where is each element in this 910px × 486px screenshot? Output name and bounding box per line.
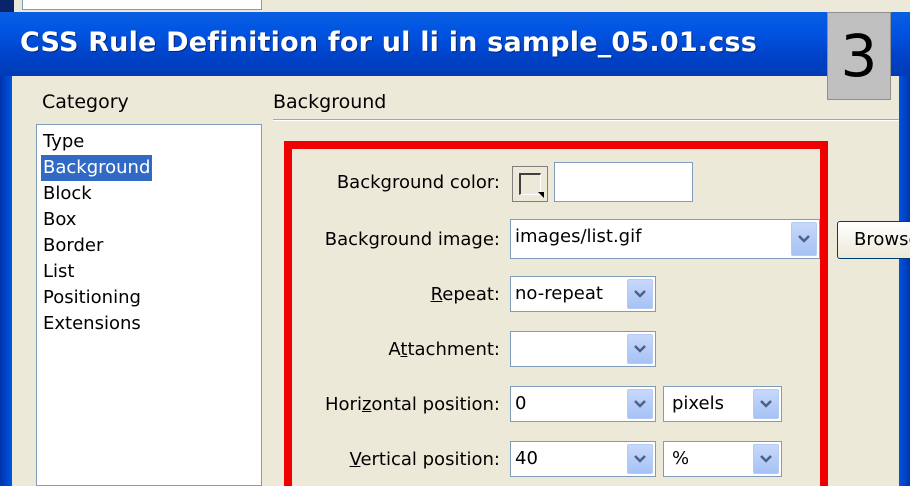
background-color-label: Background color: [336, 172, 500, 193]
category-list[interactable]: Type Background Block Box Border List Po… [36, 124, 262, 486]
vertical-position-unit-select[interactable]: % [663, 441, 782, 477]
category-item-border[interactable]: Border [41, 233, 105, 259]
vertical-position-value: 40 [515, 448, 538, 469]
vertical-position-select[interactable]: 40 [510, 441, 656, 477]
category-item-block[interactable]: Block [41, 181, 94, 207]
chevron-down-icon[interactable] [627, 444, 653, 474]
background-image-select[interactable]: images/list.gif [510, 219, 820, 259]
background-window-edge [0, 0, 14, 12]
chevron-down-icon[interactable] [753, 389, 779, 419]
category-item-positioning[interactable]: Positioning [41, 285, 143, 311]
dialog-title-bar[interactable]: CSS Rule Definition for ul li in sample_… [0, 12, 910, 76]
category-label: Category [42, 91, 129, 113]
background-image-label: Background image: [324, 229, 500, 250]
chevron-down-icon[interactable] [627, 334, 653, 364]
horizontal-position-unit: pixels [672, 393, 724, 414]
vertical-position-unit: % [672, 448, 690, 469]
background-window-strip [0, 0, 910, 12]
dialog-title: CSS Rule Definition for ul li in sample_… [20, 27, 758, 58]
window-border-left [0, 76, 12, 486]
category-item-extensions[interactable]: Extensions [41, 311, 143, 337]
window-border-right [899, 76, 910, 486]
attachment-select[interactable] [510, 331, 656, 367]
category-item-box[interactable]: Box [41, 207, 78, 233]
section-title: Background [273, 91, 387, 113]
chevron-down-icon[interactable] [753, 444, 779, 474]
section-divider [273, 119, 899, 121]
vertical-position-label: Vertical position: [349, 449, 500, 470]
background-image-value: images/list.gif [515, 226, 642, 247]
background-color-input[interactable] [554, 162, 693, 202]
attachment-label: Attachment: [388, 339, 500, 360]
chevron-down-icon[interactable] [627, 279, 653, 309]
browse-button[interactable]: Browse... [837, 221, 910, 259]
chevron-down-icon[interactable] [627, 389, 653, 419]
category-item-list[interactable]: List [41, 259, 76, 285]
background-color-picker[interactable] [512, 166, 548, 202]
horizontal-position-label: Horizontal position: [325, 394, 500, 415]
horizontal-position-unit-select[interactable]: pixels [663, 386, 782, 422]
repeat-label: Repeat: [430, 284, 500, 305]
chevron-down-icon[interactable] [791, 222, 817, 256]
step-number-badge: 3 [827, 12, 891, 100]
repeat-value: no-repeat [515, 283, 603, 304]
repeat-select[interactable]: no-repeat [510, 276, 656, 312]
category-item-background[interactable]: Background [41, 155, 153, 181]
horizontal-position-select[interactable]: 0 [510, 386, 656, 422]
color-picker-arrow-icon [538, 192, 544, 198]
category-item-type[interactable]: Type [41, 129, 86, 155]
background-window-panel [22, 0, 262, 10]
horizontal-position-value: 0 [515, 393, 527, 414]
